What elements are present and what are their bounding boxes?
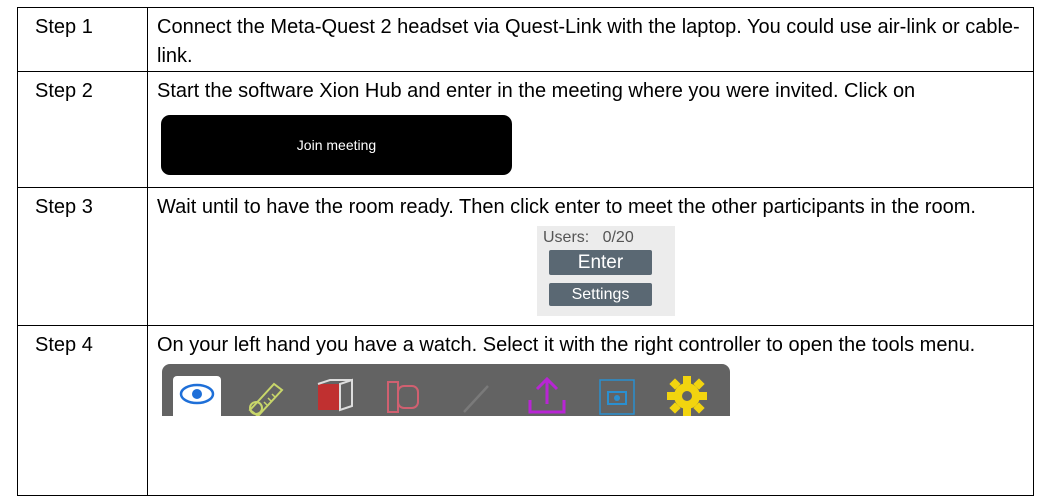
eye-icon[interactable] — [172, 374, 222, 416]
step-label: Step 2 — [17, 71, 148, 188]
step-row: Step 3 Wait until to have the room ready… — [17, 187, 1034, 326]
step-text: On your left hand you have a watch. Sele… — [157, 334, 976, 356]
cube-icon[interactable] — [312, 374, 362, 416]
step-text: Wait until to have the room ready. Then … — [157, 196, 976, 218]
tools-menu — [162, 364, 730, 416]
gear-icon[interactable] — [662, 374, 712, 416]
users-value: 0/20 — [602, 229, 634, 246]
join-meeting-button[interactable]: Join meeting — [161, 115, 512, 175]
step-description: On your left hand you have a watch. Sele… — [147, 325, 1034, 496]
step-label: Step 3 — [17, 187, 148, 326]
users-label: Users: — [543, 229, 590, 246]
camera-icon[interactable] — [592, 374, 642, 416]
settings-button[interactable]: Settings — [549, 283, 652, 306]
pen-icon[interactable] — [452, 374, 502, 416]
upload-icon[interactable] — [522, 374, 572, 416]
step-description: Connect the Meta-Quest 2 headset via Que… — [147, 7, 1034, 72]
steps-table: Step 1 Connect the Meta-Quest 2 headset … — [17, 7, 1034, 496]
room-panel: Users: 0/20 Enter Settings — [537, 226, 675, 316]
measure-tape-icon[interactable] — [242, 374, 292, 416]
outline-shape-icon[interactable] — [382, 374, 432, 416]
step-row: Step 1 Connect the Meta-Quest 2 headset … — [17, 7, 1034, 72]
step-text: Start the software Xion Hub and enter in… — [157, 80, 916, 102]
step-row: Step 4 On your left hand you have a watc… — [17, 325, 1034, 496]
step-label: Step 1 — [17, 7, 148, 72]
step-label: Step 4 — [17, 325, 148, 496]
step-text: Connect the Meta-Quest 2 headset via Que… — [157, 16, 1020, 67]
enter-button[interactable]: Enter — [549, 250, 652, 275]
step-row: Step 2 Start the software Xion Hub and e… — [17, 71, 1034, 188]
step-description: Start the software Xion Hub and enter in… — [147, 71, 1034, 188]
step-description: Wait until to have the room ready. Then … — [147, 187, 1034, 326]
users-count: Users: 0/20 — [543, 228, 634, 248]
